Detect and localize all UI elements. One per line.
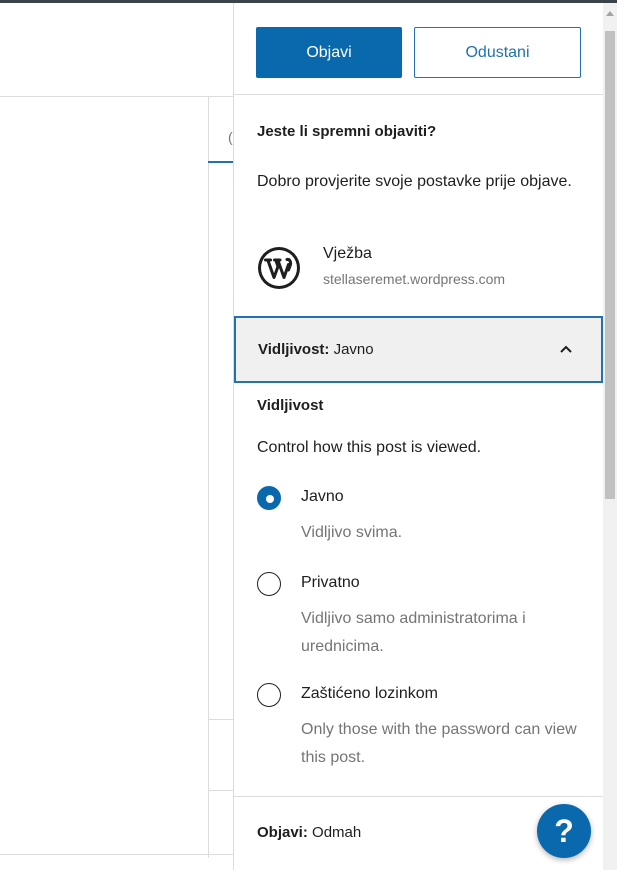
- publish-button[interactable]: Objavi: [256, 27, 402, 78]
- radio-public[interactable]: [257, 486, 281, 510]
- radio-private[interactable]: [257, 572, 281, 596]
- visibility-heading: Vidljivost: [257, 397, 324, 414]
- publish-schedule-label: Objavi: Odmah: [257, 824, 361, 841]
- radio-password[interactable]: [257, 683, 281, 707]
- visibility-toggle-label: Vidljivost: Javno: [258, 341, 374, 358]
- scroll-up-arrow-icon[interactable]: [606, 11, 614, 16]
- radio-desc-public: Vidljivo svima.: [301, 524, 403, 541]
- radio-label-private[interactable]: Privatno: [301, 574, 360, 592]
- visibility-panel-toggle[interactable]: Vidljivost: Javno: [234, 316, 603, 383]
- editor-divider: [208, 719, 233, 720]
- prepublish-panel: Objavi Odustani Jeste li spremni objavit…: [233, 3, 603, 870]
- radio-label-public[interactable]: Javno: [301, 488, 344, 506]
- radio-desc-private: Vidljivo samo administratorima i urednic…: [301, 610, 526, 655]
- visibility-toggle-value: Javno: [333, 341, 374, 358]
- editor-canvas: (: [0, 3, 233, 870]
- site-url: stellaseremet.wordpress.com: [323, 271, 506, 287]
- active-tab-indicator: [208, 161, 233, 163]
- site-info: Vježba stellaseremet.wordpress.com: [257, 243, 577, 293]
- prepublish-description: Dobro provjerite svoje postavke prije ob…: [257, 173, 572, 190]
- radio-label-password[interactable]: Zaštićeno lozinkom: [301, 685, 438, 703]
- visibility-toggle-prefix: Vidljivost:: [258, 341, 330, 358]
- prepublish-title: Jeste li spremni objaviti?: [257, 123, 437, 140]
- panel-header: Objavi Odustani: [234, 3, 603, 95]
- editor-tab-hint[interactable]: (: [228, 129, 233, 145]
- publish-schedule-prefix: Objavi:: [257, 824, 308, 841]
- scrollbar[interactable]: [603, 3, 617, 870]
- publish-schedule-value: Odmah: [312, 824, 362, 841]
- editor-divider: [208, 96, 209, 858]
- site-name: Vježba: [323, 245, 372, 262]
- cancel-button[interactable]: Odustani: [414, 27, 581, 78]
- radio-desc-password: Only those with the password can view th…: [301, 721, 577, 766]
- editor-divider: [0, 854, 233, 855]
- wordpress-icon: [258, 247, 300, 289]
- editor-divider: [0, 96, 233, 97]
- scrollbar-thumb[interactable]: [605, 31, 615, 499]
- visibility-help-text: Control how this post is viewed.: [257, 439, 482, 456]
- help-button[interactable]: ?: [537, 804, 591, 858]
- chevron-up-icon: [560, 345, 572, 353]
- editor-divider: [208, 790, 233, 791]
